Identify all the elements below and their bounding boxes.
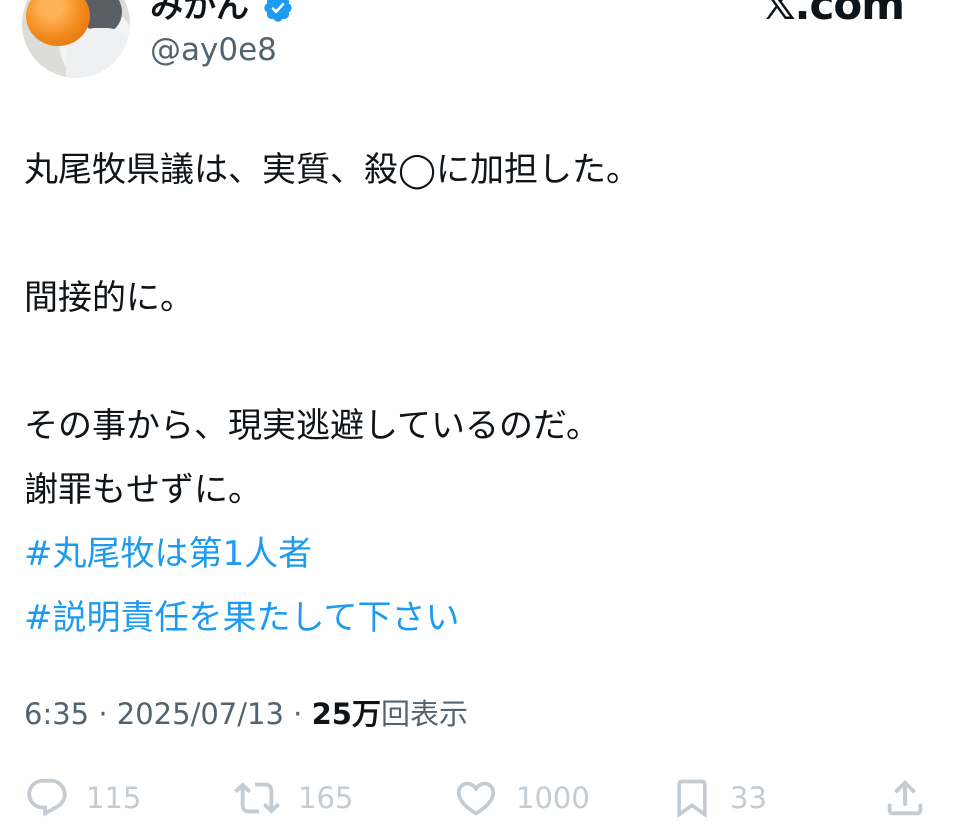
heart-icon [456,781,496,816]
display-name[interactable]: みかん [150,0,249,26]
avatar[interactable] [22,0,130,78]
bookmark-count: 33 [730,781,767,815]
verified-badge-icon [264,0,292,22]
repost-count: 165 [298,781,354,815]
tweet-meta: 6:35 · 2025/07/13 · 25万回表示 [24,692,468,736]
tweet-date[interactable]: 2025/07/13 [117,697,284,731]
bookmark-icon [677,779,707,819]
share-icon [887,779,923,816]
tweet-line: 謝罪もせずに。 [24,470,262,510]
share-button[interactable] [882,768,928,828]
x-brand-logo: 𝕏.com [761,0,905,29]
view-count-label: 回表示 [380,697,468,731]
repost-button[interactable]: 165 [232,768,353,828]
tweet-actions: 115 165 1000 33 [0,768,960,828]
like-button[interactable]: 1000 [452,768,590,828]
tweet-line: 丸尾牧県議は、実質、殺◯に加担した。 [24,150,641,190]
view-count: 25万 [311,697,381,731]
tweet-text: 丸尾牧県議は、実質、殺◯に加担した。 間接的に。 その事から、現実逃避しているの… [24,138,924,650]
hashtag-link[interactable]: #説明責任を果たして下さい [24,586,459,650]
tweet-header: みかん @ay0e8 𝕏.com [0,0,960,100]
meta-separator: · [283,697,312,731]
like-count: 1000 [516,781,590,815]
tweet-line: 間接的に。 [24,278,194,318]
reply-count: 115 [86,781,142,815]
repost-icon [234,782,280,814]
reply-icon [27,778,67,817]
tweet-line: その事から、現実逃避しているのだ。 [24,406,600,446]
bookmark-button[interactable]: 33 [670,768,767,828]
hashtag-link[interactable]: #丸尾牧は第1人者 [24,522,312,586]
tweet-time[interactable]: 6:35 [24,697,89,731]
handle[interactable]: @ay0e8 [150,30,277,70]
reply-button[interactable]: 115 [24,768,141,828]
meta-separator: · [89,697,117,731]
